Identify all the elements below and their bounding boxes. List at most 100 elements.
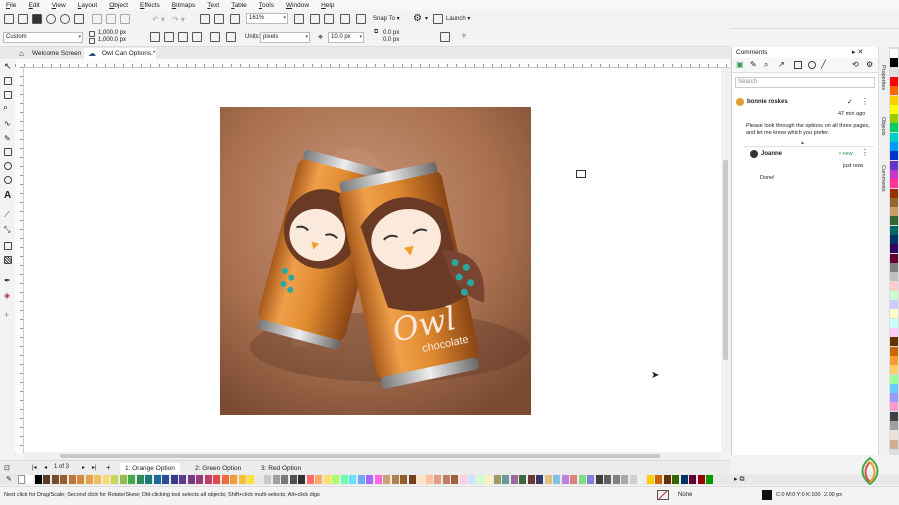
color-swatch[interactable] [485,475,492,484]
page-tab-1[interactable]: 1: Orange Option [120,463,180,474]
launch-icon[interactable] [433,14,443,24]
color-swatch[interactable] [357,475,365,484]
menu-item-window[interactable]: Window [280,2,315,9]
menu-item-edit[interactable]: Edit [23,2,46,9]
color-swatch[interactable] [553,475,560,484]
more-options-icon[interactable]: ⋮ [861,97,869,106]
color-swatch[interactable] [238,475,246,484]
color-swatch[interactable] [119,475,127,484]
print-icon[interactable] [74,14,84,24]
color-swatch[interactable] [417,475,424,484]
connector-tool-icon[interactable]: ⤡ [4,225,10,235]
color-swatch[interactable] [213,475,220,484]
comment-icon[interactable]: ▣ [736,60,744,69]
bleed-icon[interactable] [210,32,220,42]
full-screen-icon[interactable] [294,14,304,24]
color-swatch[interactable] [519,475,526,484]
page-height-field[interactable]: 1,000.0 px [98,37,126,43]
color-swatch[interactable] [890,309,898,319]
color-swatch[interactable] [890,253,898,263]
color-swatch[interactable] [890,300,898,310]
next-page-button[interactable]: ▸ [82,464,85,471]
menu-item-file[interactable]: File [0,2,23,9]
text-tool-icon[interactable]: A [4,190,11,201]
paste-icon[interactable] [120,14,130,24]
shape-tool-icon[interactable] [4,77,12,85]
color-swatch[interactable] [162,475,169,484]
zoom-page-icon[interactable]: ⊡ [4,464,10,472]
tab-properties[interactable]: Properties [880,65,886,90]
export-icon[interactable] [214,14,224,24]
page-border-icon[interactable] [226,32,236,42]
dup-x-field[interactable]: 0.0 px [383,30,399,36]
color-swatch[interactable] [493,475,501,484]
color-swatch[interactable] [349,475,356,484]
reply-more-options-icon[interactable]: ⋮ [861,148,869,157]
color-swatch[interactable] [890,197,898,207]
color-swatch[interactable] [890,49,898,58]
color-swatch[interactable] [706,475,713,484]
color-swatch[interactable] [527,475,535,484]
vertical-ruler[interactable] [15,67,24,453]
color-swatch[interactable] [340,475,348,484]
color-swatch[interactable] [255,475,263,484]
show-grid-icon[interactable] [324,14,334,24]
color-swatch[interactable] [170,475,178,484]
color-swatch[interactable] [289,475,297,484]
color-swatch[interactable] [85,475,93,484]
color-swatch[interactable] [890,402,898,412]
color-swatch[interactable] [890,104,898,114]
color-swatch[interactable] [890,262,898,272]
cloud-icon[interactable] [46,14,56,24]
color-swatch[interactable] [890,290,898,300]
color-swatch[interactable] [111,475,118,484]
eyedropper-palette-icon[interactable]: ✎ [6,475,12,483]
zoom-tool-icon[interactable]: ⌕ [3,102,8,113]
color-swatch[interactable] [434,475,441,484]
color-swatch[interactable] [890,123,898,133]
color-swatch[interactable] [655,475,662,484]
color-swatch[interactable] [890,337,898,347]
color-swatch[interactable] [374,475,382,484]
color-swatch[interactable] [179,475,186,484]
color-swatch[interactable] [26,475,33,484]
menu-item-view[interactable]: View [46,2,72,9]
landscape-icon[interactable] [164,32,174,42]
color-swatch[interactable] [247,475,254,484]
snap-to-menu[interactable]: Snap To ▾ [373,15,400,22]
color-swatch[interactable] [638,475,645,484]
upload-icon[interactable] [60,14,70,24]
color-swatch[interactable] [890,86,898,96]
color-swatch[interactable] [94,475,101,484]
line-annotation-icon[interactable]: ╱ [821,60,826,69]
first-page-button[interactable]: |◂ [32,464,37,471]
portrait-icon[interactable] [150,32,160,42]
color-swatch[interactable] [890,393,898,403]
color-swatch[interactable] [204,475,212,484]
color-swatch[interactable] [587,475,594,484]
color-swatch[interactable] [153,475,161,484]
color-swatch[interactable] [561,475,569,484]
color-swatch[interactable] [672,475,679,484]
open-icon[interactable] [18,14,28,24]
color-swatch[interactable] [468,475,475,484]
snap-icon[interactable] [356,14,366,24]
color-swatch[interactable] [145,475,152,484]
launch-menu[interactable]: Launch ▾ [446,15,470,22]
color-swatch[interactable] [476,475,484,484]
prev-page-button[interactable]: ◂ [44,464,47,471]
color-swatch[interactable] [890,114,898,124]
color-swatch[interactable] [890,421,898,430]
color-swatch[interactable] [366,475,373,484]
color-swatch[interactable] [612,475,620,484]
color-swatch[interactable] [890,58,898,68]
color-swatch[interactable] [890,439,898,449]
import-icon[interactable] [200,14,210,24]
color-swatch[interactable] [697,475,705,484]
color-swatch[interactable] [451,475,458,484]
color-swatch[interactable] [890,95,898,105]
color-swatch[interactable] [60,475,67,484]
new-document-icon[interactable] [4,14,14,24]
color-swatch[interactable] [629,475,637,484]
artistic-media-icon[interactable]: ✎ [4,134,11,143]
